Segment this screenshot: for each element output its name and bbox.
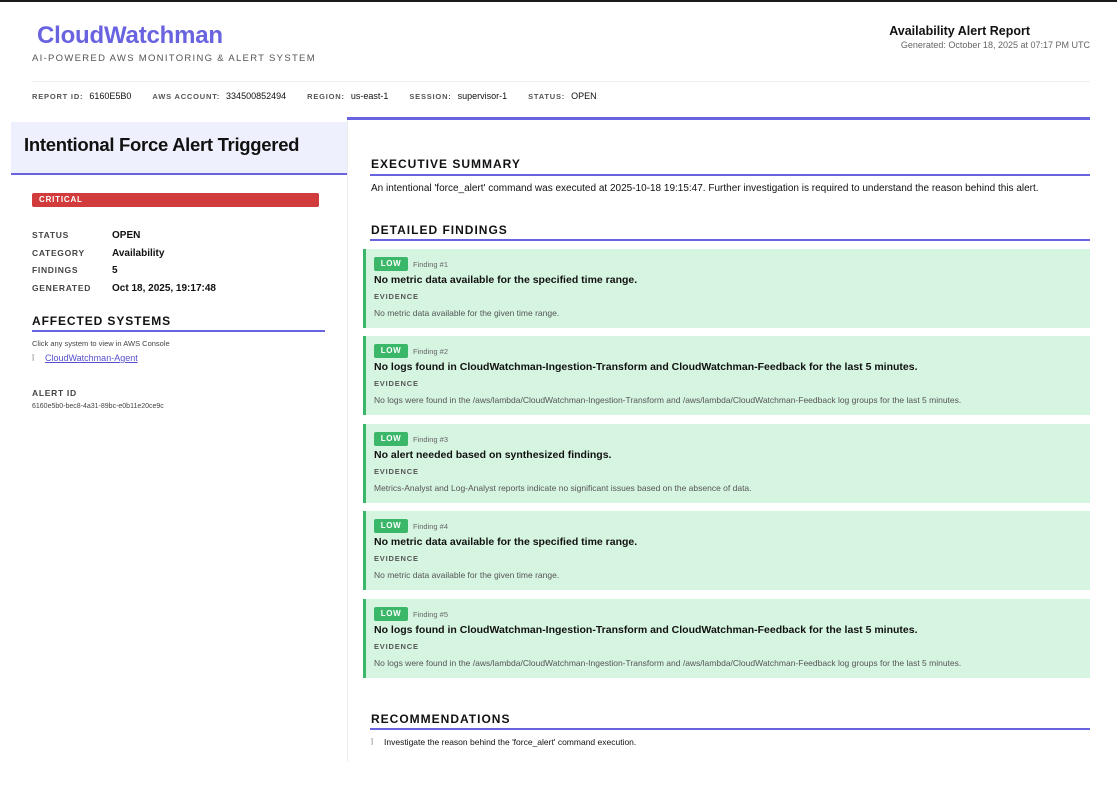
evidence-label: EVIDENCE <box>374 292 419 301</box>
finding-title: No alert needed based on synthesized fin… <box>374 449 612 461</box>
finding-number: Finding #1 <box>413 260 449 269</box>
property-value: Oct 18, 2025, 19:17:48 <box>112 282 216 294</box>
executive-summary-text: An intentional 'force_alert' command was… <box>371 183 1039 194</box>
evidence-text: No logs were found in the /aws/lambda/Cl… <box>374 395 962 405</box>
property-row: FINDINGS 5 <box>32 265 216 283</box>
meta-key: AWS ACCOUNT: <box>152 92 221 101</box>
evidence-label: EVIDENCE <box>374 554 419 563</box>
bullet-icon: Ï <box>371 738 374 747</box>
property-key: CATEGORY <box>32 247 85 258</box>
meta-session: SESSION: supervisor-1 <box>409 91 507 101</box>
finding-card: LOW Finding #5 No logs found in CloudWat… <box>363 599 1090 678</box>
brand-logo-text: CloudWatchman <box>37 22 223 49</box>
incident-header: Intentional Force Alert Triggered <box>11 122 347 175</box>
meta-aws-account: AWS ACCOUNT: 334500852494 <box>152 91 286 101</box>
property-value: OPEN <box>112 230 141 241</box>
severity-badge: CRITICAL <box>32 193 319 207</box>
report-title: Availability Alert Report <box>889 24 1030 38</box>
detailed-findings-title: DETAILED FINDINGS <box>371 223 508 237</box>
evidence-label: EVIDENCE <box>374 467 419 476</box>
evidence-text: Metrics-Analyst and Log-Analyst reports … <box>374 483 752 493</box>
finding-number: Finding #4 <box>413 522 449 531</box>
property-value: 5 <box>112 265 118 276</box>
meta-key: SESSION: <box>409 92 452 101</box>
incident-properties: STATUS OPEN CATEGORY Availability FINDIN… <box>32 230 216 300</box>
meta-value: us-east-1 <box>350 91 389 101</box>
property-row: GENERATED Oct 18, 2025, 19:17:48 <box>32 283 216 301</box>
executive-summary-title: EXECUTIVE SUMMARY <box>371 157 521 171</box>
property-row: CATEGORY Availability <box>32 248 216 266</box>
meta-value: supervisor-1 <box>457 91 508 101</box>
property-key: GENERATED <box>32 282 92 293</box>
property-row: STATUS OPEN <box>32 230 216 248</box>
finding-card: LOW Finding #2 No logs found in CloudWat… <box>363 336 1090 415</box>
severity-badge-low: LOW <box>374 607 408 621</box>
main-section-divider <box>347 117 1090 120</box>
meta-status: STATUS: OPEN <box>528 91 597 101</box>
top-border <box>0 0 1117 2</box>
severity-badge-low: LOW <box>374 257 408 271</box>
evidence-text: No metric data available for the given t… <box>374 570 560 580</box>
alert-id-label: ALERT ID <box>32 388 77 398</box>
finding-card: LOW Finding #1 No metric data available … <box>363 249 1090 328</box>
recommendation-item: Ï Investigate the reason behind the 'for… <box>371 737 636 747</box>
report-generated-date: Generated: October 18, 2025 at 07:17 PM … <box>900 40 1090 50</box>
finding-card: LOW Finding #4 No metric data available … <box>363 511 1090 590</box>
finding-title: No metric data available for the specifi… <box>374 536 638 548</box>
recommendation-text: Investigate the reason behind the 'force… <box>384 737 637 747</box>
property-key: STATUS <box>32 230 69 240</box>
brand-tagline: AI-POWERED AWS MONITORING & ALERT SYSTEM <box>32 53 316 64</box>
property-value: Availability <box>112 247 165 259</box>
evidence-text: No metric data available for the given t… <box>374 308 560 318</box>
meta-value: 334500852494 <box>226 91 287 101</box>
finding-number: Finding #5 <box>413 610 449 619</box>
meta-value: 6160E5B0 <box>89 91 132 101</box>
severity-badge-low: LOW <box>374 344 408 358</box>
meta-value: OPEN <box>571 91 597 101</box>
meta-key: REGION: <box>307 92 345 101</box>
severity-badge-low: LOW <box>374 519 408 533</box>
evidence-label: EVIDENCE <box>374 642 419 651</box>
meta-key: STATUS: <box>528 92 566 101</box>
finding-number: Finding #3 <box>413 435 449 444</box>
meta-region: REGION: us-east-1 <box>307 91 388 101</box>
bullet-icon: Ï <box>32 354 35 363</box>
finding-card: LOW Finding #3 No alert needed based on … <box>363 424 1090 503</box>
executive-summary-divider <box>370 174 1090 176</box>
evidence-text: No logs were found in the /aws/lambda/Cl… <box>374 658 962 668</box>
meta-report-id: REPORT ID: 6160E5B0 <box>32 91 131 101</box>
alert-id-value: 6160e5b0-bec8-4a31-89bc-e0b11e20ce9c <box>32 403 164 410</box>
column-divider <box>347 120 348 762</box>
affected-system-item: Ï CloudWatchman-Agent <box>32 353 138 363</box>
incident-title: Intentional Force Alert Triggered <box>24 134 300 155</box>
report-meta-bar: REPORT ID: 6160E5B0 AWS ACCOUNT: 3345008… <box>32 91 618 101</box>
affected-systems-hint: Click any system to view in AWS Console <box>32 339 170 348</box>
recommendations-divider <box>370 728 1090 730</box>
severity-badge-low: LOW <box>374 432 408 446</box>
meta-key: REPORT ID: <box>32 92 84 101</box>
affected-systems-title: AFFECTED SYSTEMS <box>32 314 172 328</box>
header-divider <box>32 81 1090 82</box>
affected-systems-divider <box>32 330 325 332</box>
finding-number: Finding #2 <box>413 347 449 356</box>
detailed-findings-divider <box>370 239 1090 241</box>
property-key: FINDINGS <box>32 265 79 275</box>
finding-title: No metric data available for the specifi… <box>374 274 638 286</box>
recommendations-title: RECOMMENDATIONS <box>371 712 511 726</box>
evidence-label: EVIDENCE <box>374 379 419 388</box>
finding-title: No logs found in CloudWatchman-Ingestion… <box>374 624 918 636</box>
affected-system-link[interactable]: CloudWatchman-Agent <box>45 353 138 363</box>
finding-title: No logs found in CloudWatchman-Ingestion… <box>374 361 918 373</box>
